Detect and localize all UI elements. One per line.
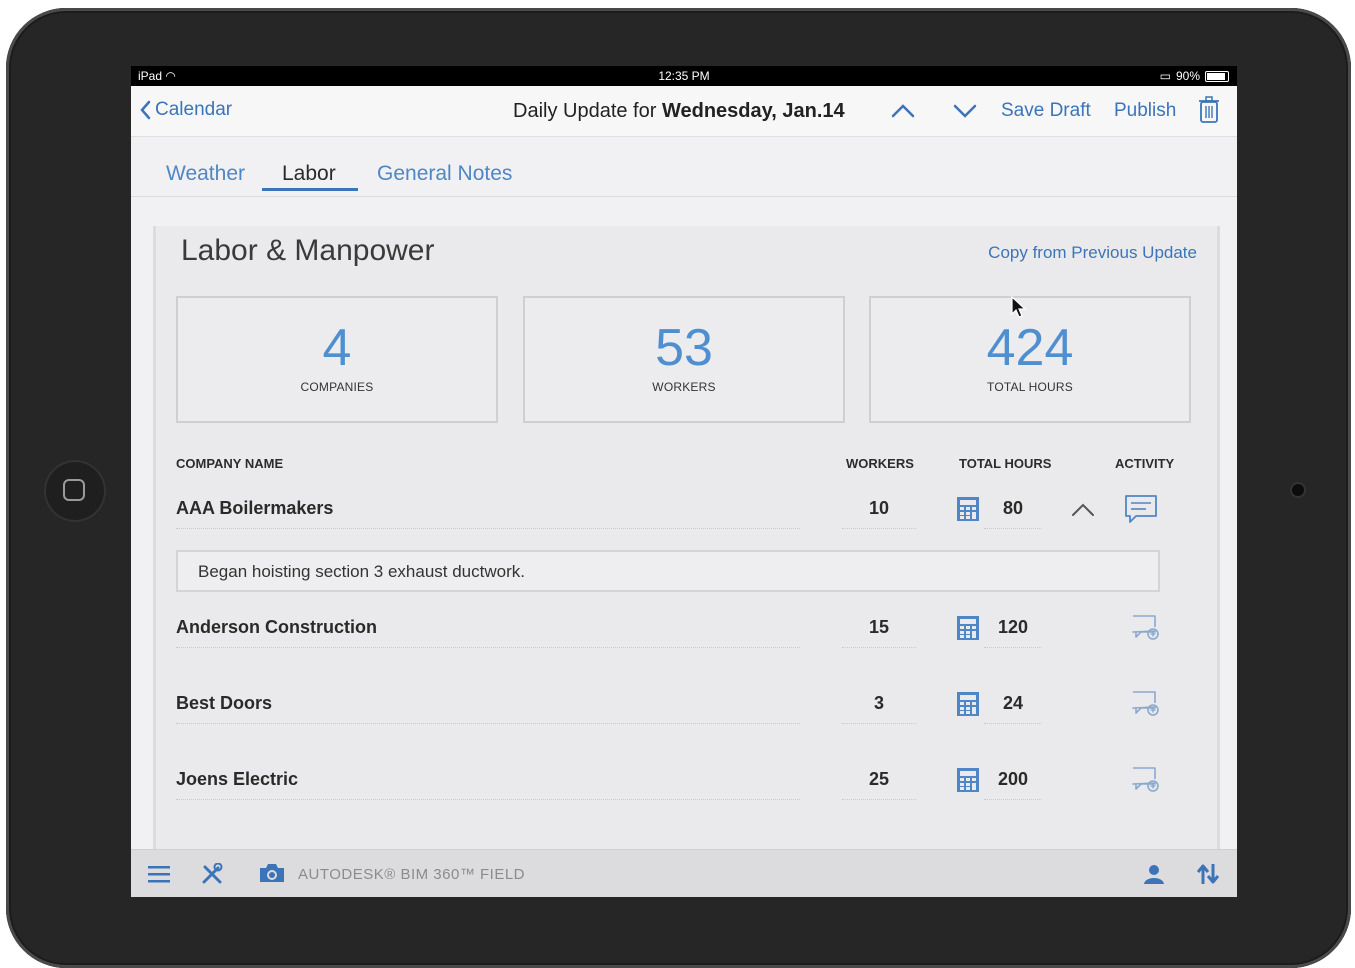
collapse-chevron-icon[interactable]	[1070, 500, 1096, 520]
row-underline	[176, 723, 800, 724]
company-name: Best Doors	[176, 693, 273, 713]
stat-hours-label: TOTAL HOURS	[987, 380, 1073, 394]
status-time: 12:35 PM	[658, 69, 710, 83]
workers-underline	[842, 799, 916, 800]
camera-icon[interactable]	[258, 862, 286, 884]
page-title: Daily Update for Wednesday, Jan.14	[513, 100, 845, 123]
copy-from-previous-link[interactable]: Copy from Previous Update	[988, 243, 1197, 263]
status-right: ▭ 90%	[1160, 69, 1229, 83]
calculator-icon[interactable]	[956, 615, 980, 641]
app-screen: iPad ◠ 12:35 PM ▭ 90% Calendar Daily Upd…	[131, 66, 1237, 897]
home-button[interactable]	[44, 460, 106, 522]
publish-button[interactable]: Publish	[1114, 100, 1176, 122]
tab-labor[interactable]: Labor	[282, 162, 336, 186]
back-label: Calendar	[155, 99, 233, 120]
hours-field[interactable]: 200	[984, 769, 1042, 790]
add-comment-icon[interactable]	[1131, 613, 1161, 643]
title-date: Wednesday, Jan.14	[661, 100, 845, 122]
calculator-icon[interactable]	[956, 767, 980, 793]
workers-field[interactable]: 3	[842, 693, 916, 714]
airplay-icon: ▭	[1159, 69, 1171, 83]
stat-workers-label: WORKERS	[652, 380, 716, 394]
hours-underline	[984, 799, 1042, 800]
calculator-icon[interactable]	[956, 691, 980, 717]
trash-icon[interactable]	[1198, 96, 1220, 124]
stat-companies-label: COMPANIES	[300, 380, 374, 394]
stat-total-hours: 424 TOTAL HOURS	[869, 296, 1191, 423]
workers-underline	[842, 647, 916, 648]
hours-underline	[984, 647, 1042, 648]
battery-icon	[1205, 70, 1229, 82]
hours-field[interactable]: 24	[984, 693, 1042, 714]
workers-underline	[842, 528, 916, 529]
status-bar: iPad ◠ 12:35 PM ▭ 90%	[131, 66, 1237, 86]
title-prefix: Daily Update for	[513, 100, 662, 122]
menu-icon[interactable]	[148, 865, 170, 883]
labor-panel: Labor & Manpower Copy from Previous Upda…	[153, 226, 1220, 897]
user-icon[interactable]	[1143, 863, 1165, 885]
save-draft-button[interactable]: Save Draft	[1001, 100, 1091, 122]
hours-field[interactable]: 80	[984, 498, 1042, 519]
header-company-name: COMPANY NAME	[176, 456, 284, 471]
sync-icon[interactable]	[1197, 862, 1219, 886]
workers-field[interactable]: 10	[842, 498, 916, 519]
hours-underline	[984, 528, 1042, 529]
add-comment-icon[interactable]	[1131, 689, 1161, 719]
home-square-icon	[63, 479, 85, 501]
workers-field[interactable]: 15	[842, 617, 916, 638]
activity-note-field[interactable]: Began hoisting section 3 exhaust ductwor…	[176, 550, 1160, 592]
back-button[interactable]: Calendar	[139, 99, 232, 121]
workers-underline	[842, 723, 916, 724]
tab-divider	[131, 196, 1237, 197]
company-name: Joens Electric	[176, 769, 299, 789]
active-tab-indicator	[262, 188, 358, 191]
tab-weather[interactable]: Weather	[166, 162, 245, 186]
row-underline	[176, 647, 800, 648]
previous-day-button[interactable]	[889, 98, 917, 124]
stat-workers-value: 53	[655, 319, 713, 377]
header-workers: WORKERS	[846, 456, 914, 471]
tools-icon[interactable]	[201, 863, 223, 885]
activity-comment-icon[interactable]	[1124, 494, 1158, 524]
calculator-icon[interactable]	[956, 496, 980, 522]
tab-bar: Weather Labor General Notes	[131, 136, 1237, 196]
camera-dot	[1292, 484, 1304, 496]
table-row[interactable]: Best Doors 3 24	[176, 685, 1196, 725]
stat-companies-value: 4	[322, 319, 352, 377]
stat-workers: 53 WORKERS	[523, 296, 845, 423]
nav-bar: Calendar Daily Update for Wednesday, Jan…	[131, 86, 1237, 137]
table-row[interactable]: AAA Boilermakers 10 80	[176, 490, 1196, 530]
hours-underline	[984, 723, 1042, 724]
section-title: Labor & Manpower	[181, 234, 435, 267]
add-comment-icon[interactable]	[1131, 765, 1161, 795]
company-name: AAA Boilermakers	[176, 498, 334, 518]
battery-percent: 90%	[1175, 69, 1200, 83]
chevron-left-icon	[140, 100, 151, 120]
brand-label: AUTODESK® BIM 360™ FIELD	[298, 866, 526, 883]
stat-companies: 4 COMPANIES	[176, 296, 498, 423]
bottom-toolbar: AUTODESK® BIM 360™ FIELD	[131, 849, 1237, 897]
workers-field[interactable]: 25	[842, 769, 916, 790]
header-activity: ACTIVITY	[1115, 456, 1175, 471]
row-underline	[176, 528, 800, 529]
tab-general-notes[interactable]: General Notes	[377, 162, 512, 186]
header-total-hours: TOTAL HOURS	[959, 456, 1052, 471]
mouse-cursor-icon	[1011, 296, 1027, 318]
table-row[interactable]: Anderson Construction 15 120	[176, 609, 1196, 649]
next-day-button[interactable]	[951, 98, 979, 124]
table-row[interactable]: Joens Electric 25 200	[176, 761, 1196, 801]
hours-field[interactable]: 120	[984, 617, 1042, 638]
row-underline	[176, 799, 800, 800]
company-name: Anderson Construction	[176, 617, 377, 637]
stat-hours-value: 424	[986, 319, 1074, 377]
